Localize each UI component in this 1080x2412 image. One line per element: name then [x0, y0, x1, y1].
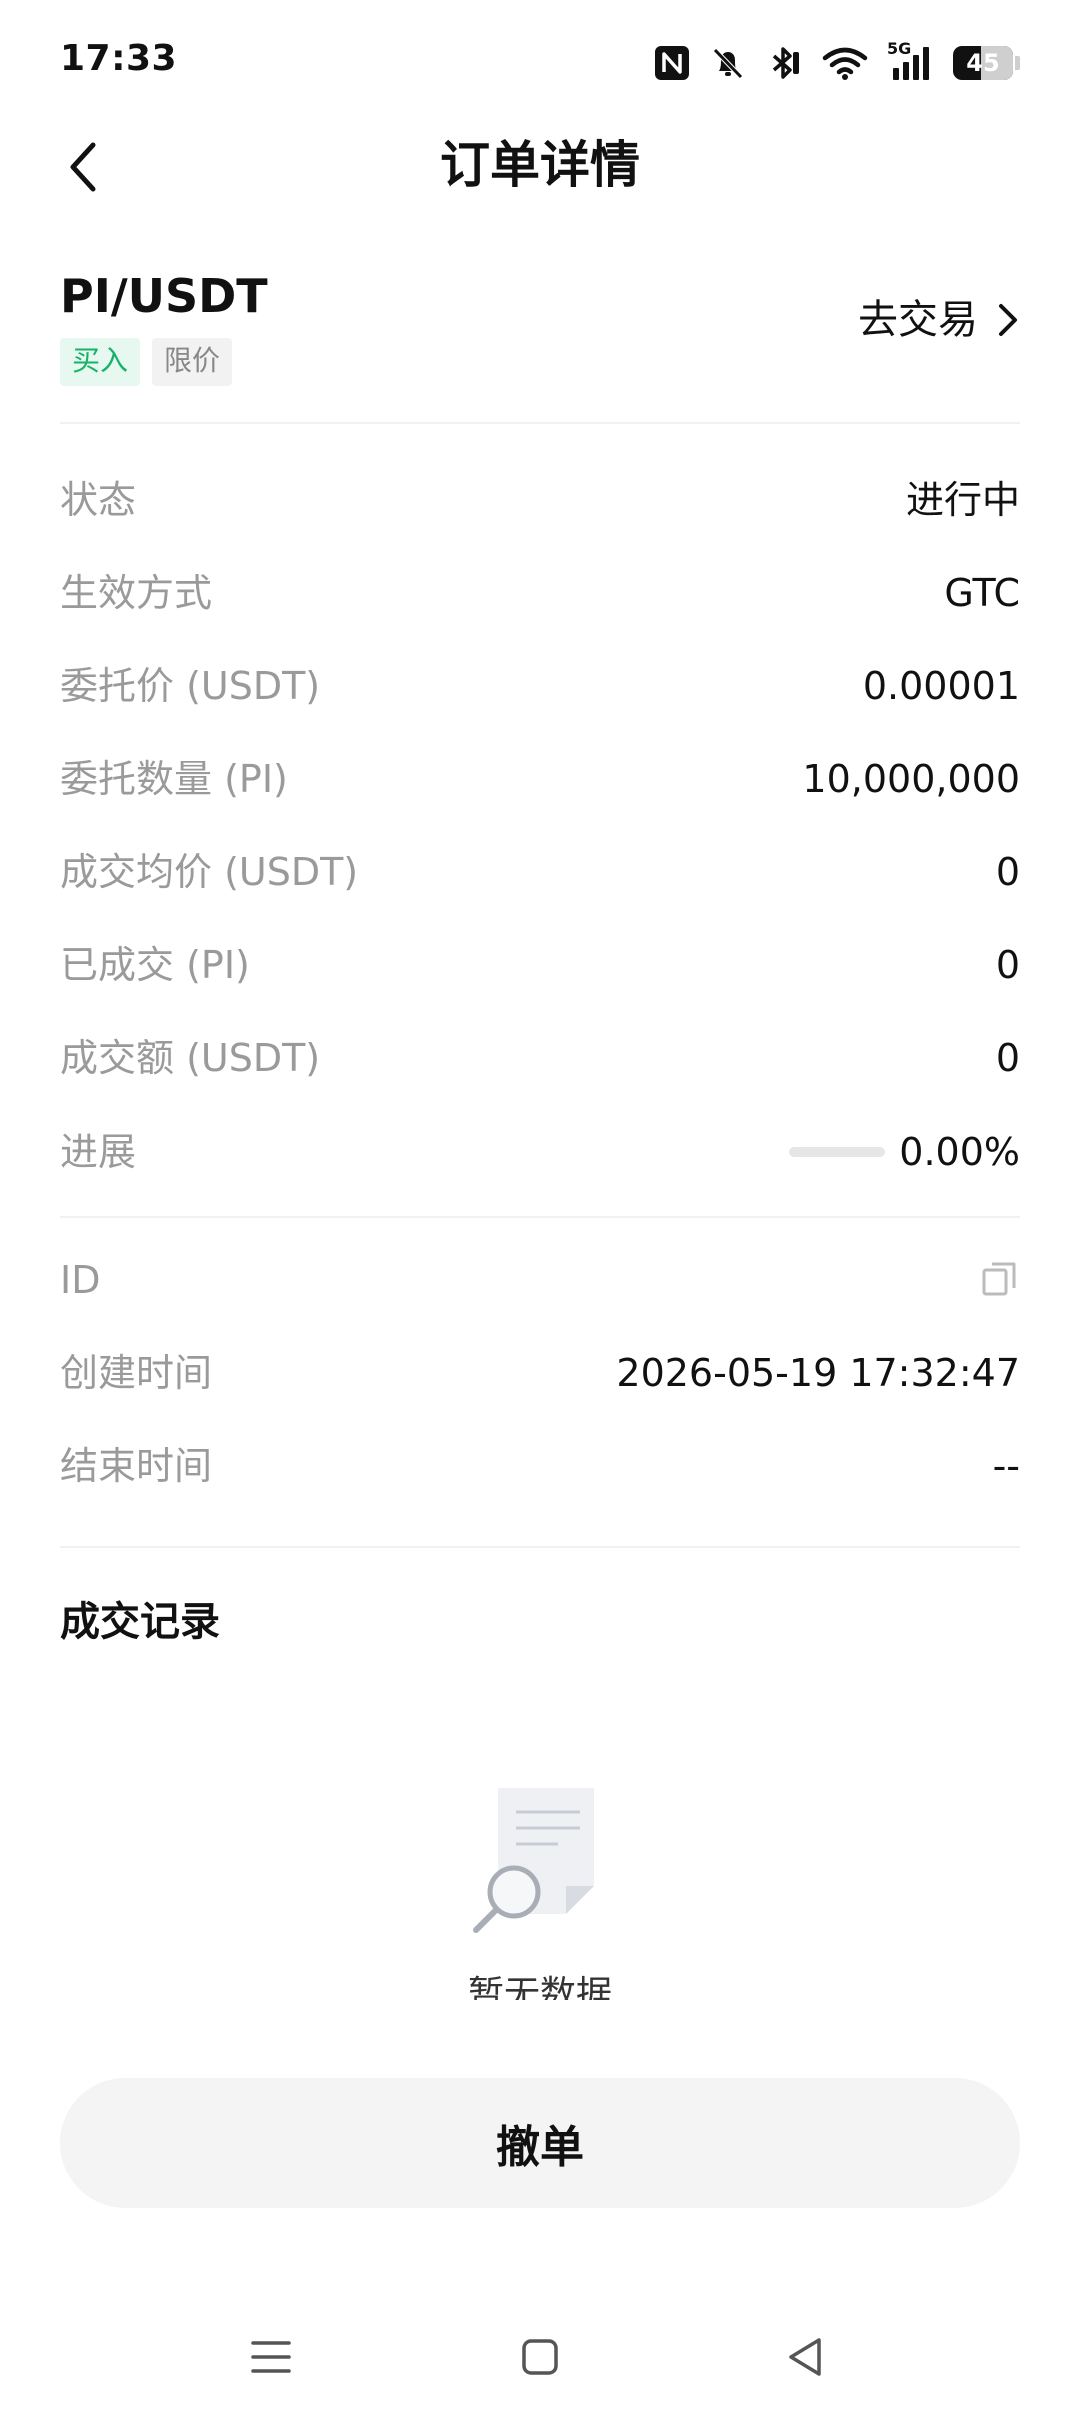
order-detail-page: 17:33 5G 45 订单详情 PI/USDT 买入 限价 去交易 状态 进行… — [0, 0, 1080, 2412]
back-triangle-icon[interactable] — [770, 2322, 840, 2392]
pair-name: PI/USDT — [60, 269, 268, 323]
detail-row-filled-amount: 成交额 (USDT) 0 — [60, 1028, 1020, 1088]
home-icon[interactable] — [505, 2322, 575, 2392]
side-badge: 买入 — [60, 338, 141, 386]
header: 订单详情 — [0, 110, 1080, 220]
detail-label: 委托数量 (PI) — [60, 757, 288, 801]
detail-label: 状态 — [60, 478, 137, 522]
pair-section: PI/USDT 买入 限价 去交易 — [60, 260, 1020, 425]
detail-row-order-quantity: 委托数量 (PI) 10,000,000 — [60, 749, 1020, 809]
detail-value: 0 — [995, 850, 1020, 894]
chevron-right-icon — [999, 304, 1017, 336]
page-title: 订单详情 — [440, 136, 640, 194]
detail-value: 10,000,000 — [802, 757, 1020, 801]
detail-row-filled: 已成交 (PI) 0 — [60, 935, 1020, 995]
detail-label: 成交均价 (USDT) — [60, 850, 359, 894]
detail-label: 委托价 (USDT) — [60, 664, 321, 708]
meta-label: ID — [60, 1258, 101, 1302]
empty-state: 暂无数据 — [0, 1770, 1080, 2000]
detail-label: 已成交 (PI) — [60, 943, 250, 987]
progress-bar — [789, 1147, 886, 1157]
navigation-bar — [0, 2300, 1080, 2412]
divider — [60, 422, 1020, 424]
status-time: 17:33 — [60, 38, 178, 79]
detail-row-progress: 进展 0.00% — [60, 1122, 1020, 1182]
nfc-icon — [653, 44, 691, 82]
empty-document-search-icon — [473, 1788, 594, 1933]
copy-icon[interactable] — [980, 1258, 1020, 1302]
divider — [60, 1546, 1020, 1548]
trade-records-title: 成交记录 — [60, 1599, 220, 1645]
detail-value: 0.00001 — [862, 664, 1020, 708]
detail-value: 0 — [995, 1036, 1020, 1080]
meta-label: 结束时间 — [60, 1444, 213, 1488]
meta-value: -- — [992, 1444, 1020, 1488]
go-trade-link[interactable]: 去交易 — [858, 290, 1020, 350]
detail-label: 成交额 (USDT) — [60, 1036, 321, 1080]
detail-label: 进展 — [60, 1130, 137, 1174]
meta-row-id: ID — [60, 1250, 1020, 1310]
detail-row-time-in-force: 生效方式 GTC — [60, 563, 1020, 623]
meta-row-created-time: 创建时间 2026-05-19 17:32:47 — [60, 1343, 1020, 1403]
detail-row-order-price: 委托价 (USDT) 0.00001 — [60, 656, 1020, 716]
order-type-badge: 限价 — [152, 338, 233, 386]
meta-label: 创建时间 — [60, 1351, 213, 1395]
order-tags: 买入 限价 — [60, 338, 233, 386]
status-icons: 5G 45 — [653, 38, 1020, 88]
progress: 0.00% — [789, 1122, 1020, 1182]
signal-icon: 5G — [887, 40, 935, 82]
divider — [60, 1216, 1020, 1218]
detail-row-status: 状态 进行中 — [60, 470, 1020, 530]
mute-icon — [709, 44, 747, 82]
battery-level: 45 — [966, 49, 1000, 77]
cancel-order-button[interactable]: 撤单 — [60, 2078, 1020, 2208]
detail-value: 0 — [995, 943, 1020, 987]
detail-value: GTC — [944, 571, 1020, 615]
status-bar: 17:33 5G 45 — [0, 0, 1080, 120]
battery-icon: 45 — [953, 46, 1020, 80]
bluetooth-icon — [765, 44, 803, 82]
empty-text: 暂无数据 — [467, 1974, 612, 2000]
go-trade-label: 去交易 — [858, 297, 978, 343]
detail-value: 进行中 — [905, 478, 1020, 522]
wifi-icon — [821, 44, 869, 82]
detail-row-avg-price: 成交均价 (USDT) 0 — [60, 842, 1020, 902]
detail-label: 生效方式 — [60, 571, 213, 615]
meta-row-end-time: 结束时间 -- — [60, 1436, 1020, 1496]
menu-icon[interactable] — [236, 2322, 306, 2392]
meta-value: 2026-05-19 17:32:47 — [616, 1351, 1020, 1395]
progress-value: 0.00% — [899, 1130, 1020, 1174]
id-value-group — [966, 1258, 1020, 1302]
